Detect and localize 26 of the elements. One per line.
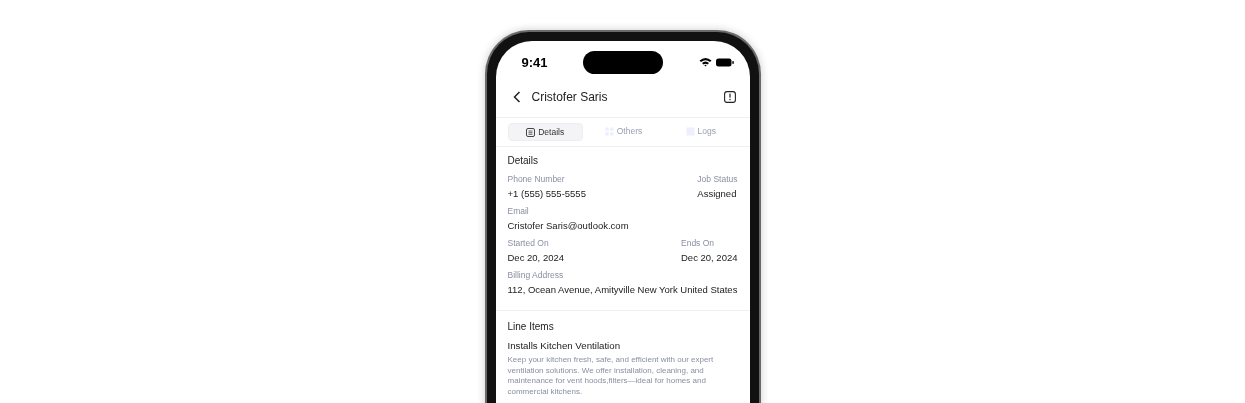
field-value: Dec 20, 2024 — [681, 252, 738, 263]
item-description: Keep your kitchen fresh, safe, and efficient with our expert ventilation solutions. We offer installation, cleaning, and maintenance for vent hoods,filters—ideal for homes and commercial kitchens. — [507, 355, 715, 397]
battery-icon — [715, 57, 734, 67]
page-title: Cristofer Saris — [531, 90, 609, 104]
status-time: 9:41 — [521, 54, 548, 70]
tab[interactable]: Logs — [664, 123, 738, 139]
field-value: 112, Ocean Avenue, Amityville New York United States — [507, 284, 738, 295]
wifi-icon — [698, 57, 712, 67]
field-label: Ends On — [681, 238, 716, 248]
field-label: Billing Address — [507, 270, 565, 280]
back-icon[interactable] — [512, 91, 521, 103]
field-label: Phone Number — [507, 174, 566, 184]
tab[interactable]: Others — [586, 123, 661, 139]
item-name: Installs Kitchen Ventilation — [507, 340, 622, 351]
field-label: Email — [507, 206, 530, 216]
field-label: Job Status — [697, 174, 738, 184]
field-value: Cristofer Saris@outlook.com — [507, 220, 629, 231]
list-icon — [526, 127, 536, 137]
tab[interactable]: Details — [507, 123, 583, 141]
field-value: Assigned — [697, 188, 738, 199]
section-title: Details — [507, 155, 540, 166]
info-icon[interactable] — [723, 91, 736, 103]
field-value: +1 (555) 555-5555 — [507, 188, 586, 199]
section-title: Line Items — [507, 321, 555, 332]
field-value: Dec 20, 2024 — [507, 252, 564, 263]
field-label: Started On — [507, 238, 550, 248]
